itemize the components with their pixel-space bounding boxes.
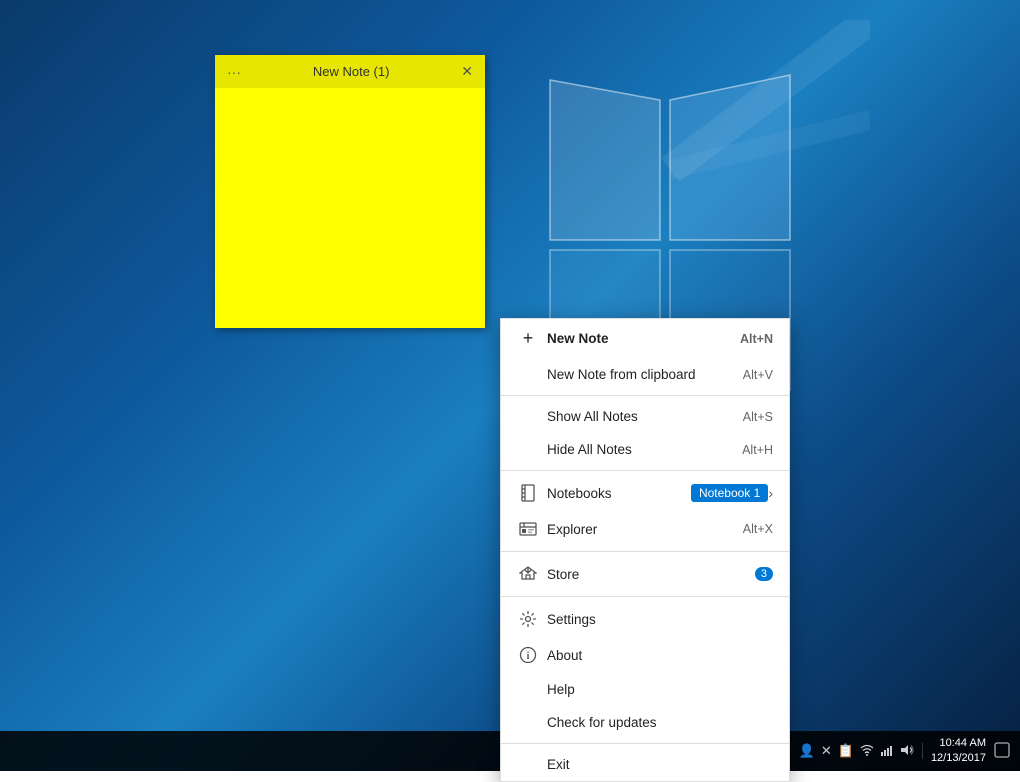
new-note-label: New Note [547, 331, 740, 346]
taskbar-volume-icon[interactable] [900, 744, 914, 759]
settings-label: Settings [547, 612, 773, 627]
menu-divider-3 [501, 551, 789, 552]
taskbar-system-icons: 👤 ✕ 📋 [799, 743, 923, 759]
plus-icon: + [517, 328, 539, 349]
new-note-clipboard-label: New Note from clipboard [547, 367, 743, 382]
taskbar-x-icon[interactable]: ✕ [821, 743, 832, 759]
taskbar-date: 12/13/2017 [931, 751, 986, 766]
menu-divider-2 [501, 470, 789, 471]
menu-divider-1 [501, 395, 789, 396]
settings-icon [517, 610, 539, 628]
check-updates-label: Check for updates [547, 715, 773, 730]
context-menu: + New Note Alt+N New Note from clipboard… [500, 318, 790, 782]
taskbar-clock[interactable]: 10:44 AM 12/13/2017 [931, 736, 986, 767]
menu-divider-5 [501, 743, 789, 744]
hide-all-label: Hide All Notes [547, 442, 742, 457]
menu-item-settings[interactable]: Settings [501, 601, 789, 637]
taskbar-notification-icon[interactable] [994, 742, 1010, 761]
about-icon: i [517, 646, 539, 664]
sticky-note: ··· New Note (1) ✕ [215, 55, 485, 328]
menu-item-new-note-clipboard[interactable]: New Note from clipboard Alt+V [501, 358, 789, 391]
menu-item-notebooks[interactable]: Notebooks Notebook 1 › [501, 475, 789, 511]
taskbar-time: 10:44 AM [931, 736, 986, 751]
taskbar-notes-icon[interactable]: 📋 [838, 743, 854, 759]
menu-item-show-all[interactable]: Show All Notes Alt+S [501, 400, 789, 433]
menu-item-exit[interactable]: Exit [501, 748, 789, 781]
sticky-note-controls: ··· [223, 62, 245, 82]
notebook-icon [517, 484, 539, 502]
show-all-label: Show All Notes [547, 409, 743, 424]
explorer-icon [517, 520, 539, 538]
notebooks-label: Notebooks [547, 486, 683, 501]
sticky-note-body[interactable] [215, 88, 485, 328]
explorer-label: Explorer [547, 522, 743, 537]
about-label: About [547, 648, 773, 663]
hide-all-shortcut: Alt+H [742, 443, 773, 457]
menu-item-about[interactable]: i About [501, 637, 789, 673]
svg-text:i: i [527, 651, 530, 662]
sticky-note-header: ··· New Note (1) ✕ [215, 55, 485, 88]
taskbar-right: 👤 ✕ 📋 [799, 736, 1010, 767]
store-icon [517, 565, 539, 583]
explorer-shortcut: Alt+X [743, 522, 773, 536]
notebook-badge: Notebook 1 [691, 484, 768, 502]
store-label: Store [547, 567, 751, 582]
menu-item-store[interactable]: Store 3 [501, 556, 789, 592]
exit-label: Exit [547, 757, 773, 772]
taskbar-wifi-icon[interactable] [860, 744, 874, 759]
menu-item-check-updates[interactable]: Check for updates [501, 706, 789, 739]
taskbar-person-icon[interactable]: 👤 [799, 743, 815, 759]
menu-divider-4 [501, 596, 789, 597]
chevron-right-icon: › [768, 485, 773, 501]
menu-item-help[interactable]: Help [501, 673, 789, 706]
show-all-shortcut: Alt+S [743, 410, 773, 424]
sticky-close-controls: ✕ [457, 61, 477, 82]
menu-item-hide-all[interactable]: Hide All Notes Alt+H [501, 433, 789, 466]
taskbar-network-icon[interactable] [880, 744, 894, 759]
sticky-close-button[interactable]: ✕ [457, 61, 477, 82]
sticky-note-title: New Note (1) [245, 64, 457, 79]
new-note-clipboard-shortcut: Alt+V [743, 368, 773, 382]
menu-item-explorer[interactable]: Explorer Alt+X [501, 511, 789, 547]
menu-item-new-note[interactable]: + New Note Alt+N [501, 319, 789, 358]
store-badge: 3 [755, 567, 773, 581]
new-note-shortcut: Alt+N [740, 332, 773, 346]
sticky-menu-button[interactable]: ··· [223, 62, 245, 82]
help-label: Help [547, 682, 773, 697]
